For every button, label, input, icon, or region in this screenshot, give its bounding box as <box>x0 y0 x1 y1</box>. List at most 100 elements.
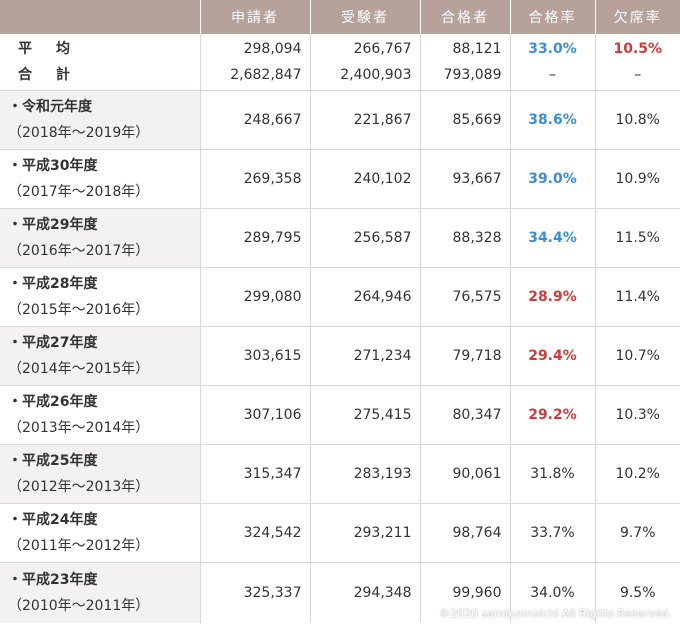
applicants-cell: 325,337 <box>199 562 310 623</box>
year-label-cell: ・平成25年度 （2012年～2013年） <box>0 444 200 504</box>
passers-cell: 93,667 <box>419 149 510 209</box>
fiscal-year-name: ・平成27年度 <box>8 335 98 351</box>
examinees-cell: 264,946 <box>309 267 420 327</box>
absence-rate-cell: 10.8% <box>594 90 680 150</box>
total-pass-rate: – <box>549 67 556 83</box>
pass-rate-cell: 34.4% <box>509 208 595 268</box>
total-absence-rate: – <box>634 67 642 83</box>
passers-cell: 79,718 <box>419 326 510 386</box>
absence-rate-cell: 10.7% <box>594 326 680 386</box>
fiscal-year-range: （2016年～2017年） <box>8 243 150 259</box>
passers-cell: 80,347 <box>419 385 510 445</box>
passers-cell: 90,061 <box>419 444 510 504</box>
header-absence-rate: 欠席率 <box>594 0 680 34</box>
pass-rate-cell: 29.4% <box>509 326 595 386</box>
year-label-cell: ・平成29年度 （2016年～2017年） <box>0 208 200 268</box>
examinees-cell: 221,867 <box>309 90 420 150</box>
year-label-cell: ・平成27年度 （2014年～2015年） <box>0 326 200 386</box>
examinees-cell: 293,211 <box>309 503 420 563</box>
fiscal-year-range: （2014年～2015年） <box>8 361 150 377</box>
fiscal-year-range: （2018年～2019年） <box>8 125 150 141</box>
average-examinees: 266,767 <box>353 41 412 57</box>
table-row: ・平成28年度 （2015年～2016年） 299,080 264,946 76,575… <box>0 267 680 327</box>
table-row: ・平成29年度 （2016年～2017年） 289,795 256,587 88,328… <box>0 208 680 268</box>
pass-rate-cell: 29.2% <box>509 385 595 445</box>
header-row: 申請者 受験者 合格者 合格率 欠席率 <box>0 0 680 34</box>
applicants-cell: 303,615 <box>199 326 310 386</box>
average-label: 平均 <box>18 41 70 57</box>
average-absence-rate: 10.5% <box>613 41 663 57</box>
fiscal-year-name: ・平成23年度 <box>8 572 98 588</box>
total-applicants: 2,682,847 <box>230 67 302 83</box>
absence-rate-cell: 10.9% <box>594 149 680 209</box>
header-applicants: 申請者 <box>199 0 310 34</box>
fiscal-year-name: ・平成25年度 <box>8 453 98 469</box>
summary-absence-rate-cell: 10.5% – <box>594 34 680 91</box>
table-row: ・令和元年度 （2018年～2019年） 248,667 221,867 85,669 3… <box>0 90 680 150</box>
absence-rate-cell: 11.5% <box>594 208 680 268</box>
pass-rate-cell: 38.6% <box>509 90 595 150</box>
applicants-cell: 299,080 <box>199 267 310 327</box>
fiscal-year-name: ・平成28年度 <box>8 276 98 292</box>
exam-statistics-table: 申請者 受験者 合格者 合格率 欠席率 平均 合計 298,094 2,682,… <box>0 0 680 623</box>
applicants-cell: 324,542 <box>199 503 310 563</box>
applicants-cell: 269,358 <box>199 149 310 209</box>
examinees-cell: 256,587 <box>309 208 420 268</box>
copyright-watermark: ©2020 sambunnoichi All Rights Reserved. <box>439 607 672 620</box>
year-label-cell: ・平成28年度 （2015年～2016年） <box>0 267 200 327</box>
passers-cell: 88,328 <box>419 208 510 268</box>
fiscal-year-range: （2011年～2012年） <box>8 538 150 554</box>
pass-rate-cell: 39.0% <box>509 149 595 209</box>
fiscal-year-range: （2015年～2016年） <box>8 302 150 318</box>
fiscal-year-name: ・平成30年度 <box>8 158 98 174</box>
applicants-cell: 248,667 <box>199 90 310 150</box>
total-examinees: 2,400,903 <box>340 67 412 83</box>
total-label: 合計 <box>18 67 70 83</box>
applicants-cell: 307,106 <box>199 385 310 445</box>
applicants-cell: 289,795 <box>199 208 310 268</box>
fiscal-year-range: （2010年～2011年） <box>8 598 150 614</box>
fiscal-year-name: ・平成24年度 <box>8 512 98 528</box>
average-passers: 88,121 <box>452 41 502 57</box>
summary-pass-rate-cell: 33.0% – <box>509 34 595 91</box>
year-label-cell: ・令和元年度 （2018年～2019年） <box>0 90 200 150</box>
passers-cell: 76,575 <box>419 267 510 327</box>
year-label-cell: ・平成24年度 （2011年～2012年） <box>0 503 200 563</box>
total-passers: 793,089 <box>443 67 502 83</box>
header-passers: 合格者 <box>419 0 510 34</box>
fiscal-year-range: （2017年～2018年） <box>8 184 150 200</box>
fiscal-year-name: ・平成26年度 <box>8 394 98 410</box>
absence-rate-cell: 11.4% <box>594 267 680 327</box>
year-rows: ・令和元年度 （2018年～2019年） 248,667 221,867 85,669 3… <box>0 90 680 623</box>
summary-examinees-cell: 266,767 2,400,903 <box>309 34 420 91</box>
header-corner <box>0 0 200 34</box>
applicants-cell: 315,347 <box>199 444 310 504</box>
header-examinees: 受験者 <box>309 0 420 34</box>
examinees-cell: 294,348 <box>309 562 420 623</box>
fiscal-year-name: ・平成29年度 <box>8 217 98 233</box>
pass-rate-cell: 31.8% <box>509 444 595 504</box>
passers-cell: 85,669 <box>419 90 510 150</box>
average-applicants: 298,094 <box>243 41 302 57</box>
year-label-cell: ・平成26年度 （2013年～2014年） <box>0 385 200 445</box>
summary-passers-cell: 88,121 793,089 <box>419 34 510 91</box>
table-row: ・平成30年度 （2017年～2018年） 269,358 240,102 93,667… <box>0 149 680 209</box>
examinees-cell: 275,415 <box>309 385 420 445</box>
table-row: ・平成24年度 （2011年～2012年） 324,542 293,211 98,764… <box>0 503 680 563</box>
examinees-cell: 271,234 <box>309 326 420 386</box>
absence-rate-cell: 10.3% <box>594 385 680 445</box>
year-label-cell: ・平成23年度 （2010年～2011年） <box>0 562 200 623</box>
header-pass-rate: 合格率 <box>509 0 595 34</box>
absence-rate-cell: 10.2% <box>594 444 680 504</box>
table-row: ・平成26年度 （2013年～2014年） 307,106 275,415 80,347… <box>0 385 680 445</box>
examinees-cell: 240,102 <box>309 149 420 209</box>
table-row: ・平成25年度 （2012年～2013年） 315,347 283,193 90,061… <box>0 444 680 504</box>
summary-row: 平均 合計 298,094 2,682,847 266,767 2,400,90… <box>0 34 680 91</box>
year-label-cell: ・平成30年度 （2017年～2018年） <box>0 149 200 209</box>
examinees-cell: 283,193 <box>309 444 420 504</box>
fiscal-year-range: （2012年～2013年） <box>8 479 150 495</box>
average-pass-rate: 33.0% <box>528 41 577 57</box>
pass-rate-cell: 33.7% <box>509 503 595 563</box>
table-row: ・平成27年度 （2014年～2015年） 303,615 271,234 79,718… <box>0 326 680 386</box>
fiscal-year-range: （2013年～2014年） <box>8 420 150 436</box>
